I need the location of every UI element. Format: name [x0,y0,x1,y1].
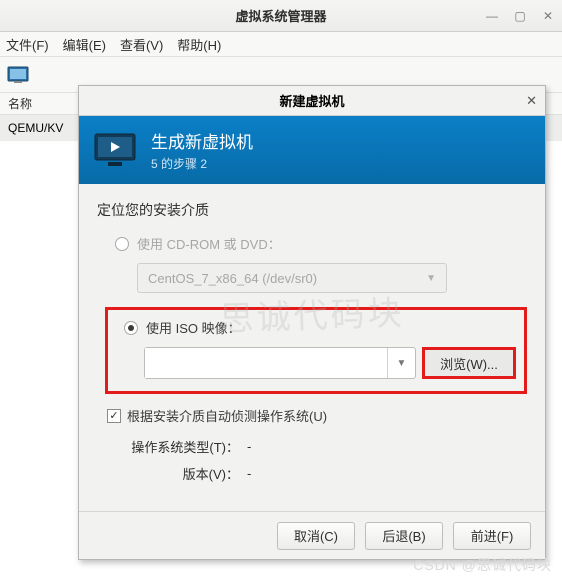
version-row: 版本(V)： - [117,464,527,483]
banner-text: 生成新虚拟机 5 的步骤 2 [151,128,253,172]
iso-input-row: ▼ 浏览(W)... [144,347,516,379]
minimize-icon[interactable]: — [484,8,500,24]
chevron-down-icon[interactable]: ▼ [387,348,415,378]
close-icon[interactable]: ✕ [540,8,556,24]
radio-iso-label: 使用 ISO 映像： [146,318,241,337]
radio-cdrom-label: 使用 CD-ROM 或 DVD： [137,234,281,253]
forward-button[interactable]: 前进(F) [453,522,531,550]
version-label: 版本(V)： [117,464,247,483]
dialog-banner: 生成新虚拟机 5 的步骤 2 [79,116,545,184]
autodetect-label: 根据安装介质自动侦测操作系统(U) [127,406,327,425]
column-name: 名称 [8,95,32,112]
banner-subtitle: 5 的步骤 2 [151,155,253,172]
menu-view[interactable]: 查看(V) [120,35,163,54]
locate-media-label: 定位您的安装介质 [97,200,527,220]
new-vm-icon[interactable] [6,63,30,87]
dialog-footer: 取消(C) 后退(B) 前进(F) [79,511,545,559]
window-controls: — ▢ ✕ [484,8,556,24]
chevron-down-icon: ▼ [426,273,436,284]
ostype-label: 操作系统类型(T)： [117,437,247,456]
iso-path-input[interactable] [145,348,387,378]
maximize-icon[interactable]: ▢ [512,8,528,24]
dialog-title: 新建虚拟机 [279,91,344,110]
monitor-play-icon [93,132,137,168]
cdrom-value: CentOS_7_x86_64 (/dev/sr0) [148,271,317,286]
menu-help[interactable]: 帮助(H) [177,35,221,54]
main-area: 名称 QEMU/KV 新建虚拟机 ✕ 生成新虚拟机 5 的步骤 2 定位您的安装… [0,93,562,583]
back-button[interactable]: 后退(B) [365,522,443,550]
csdn-watermark: CSDN @思诚代码块 [413,555,552,575]
dialog-body: 定位您的安装介质 使用 CD-ROM 或 DVD： CentOS_7_x86_6… [79,184,545,483]
radio-iso-row[interactable]: 使用 ISO 映像： [124,318,516,337]
menubar: 文件(F) 编辑(E) 查看(V) 帮助(H) [0,32,562,57]
cdrom-combo: CentOS_7_x86_64 (/dev/sr0) ▼ [137,263,447,293]
iso-path-combo[interactable]: ▼ [144,347,416,379]
main-titlebar: 虚拟系统管理器 — ▢ ✕ [0,0,562,32]
new-vm-dialog: 新建虚拟机 ✕ 生成新虚拟机 5 的步骤 2 定位您的安装介质 使用 CD-RO… [78,85,546,560]
version-value: - [247,466,251,481]
menu-edit[interactable]: 编辑(E) [63,35,106,54]
autodetect-row[interactable]: ✓ 根据安装介质自动侦测操作系统(U) [107,406,527,425]
dialog-close-icon[interactable]: ✕ [526,93,537,109]
window-title: 虚拟系统管理器 [235,6,326,25]
radio-icon [115,237,129,251]
banner-title: 生成新虚拟机 [151,128,253,153]
radio-icon [124,321,138,335]
ostype-row: 操作系统类型(T)： - [117,437,527,456]
menu-file[interactable]: 文件(F) [6,35,49,54]
dialog-titlebar: 新建虚拟机 ✕ [79,86,545,116]
cancel-button[interactable]: 取消(C) [277,522,355,550]
checkbox-icon: ✓ [107,409,121,423]
browse-button[interactable]: 浏览(W)... [422,347,516,379]
iso-highlight-box: 使用 ISO 映像： ▼ 浏览(W)... [105,307,527,394]
ostype-value: - [247,439,251,454]
radio-cdrom-row[interactable]: 使用 CD-ROM 或 DVD： [115,234,527,253]
